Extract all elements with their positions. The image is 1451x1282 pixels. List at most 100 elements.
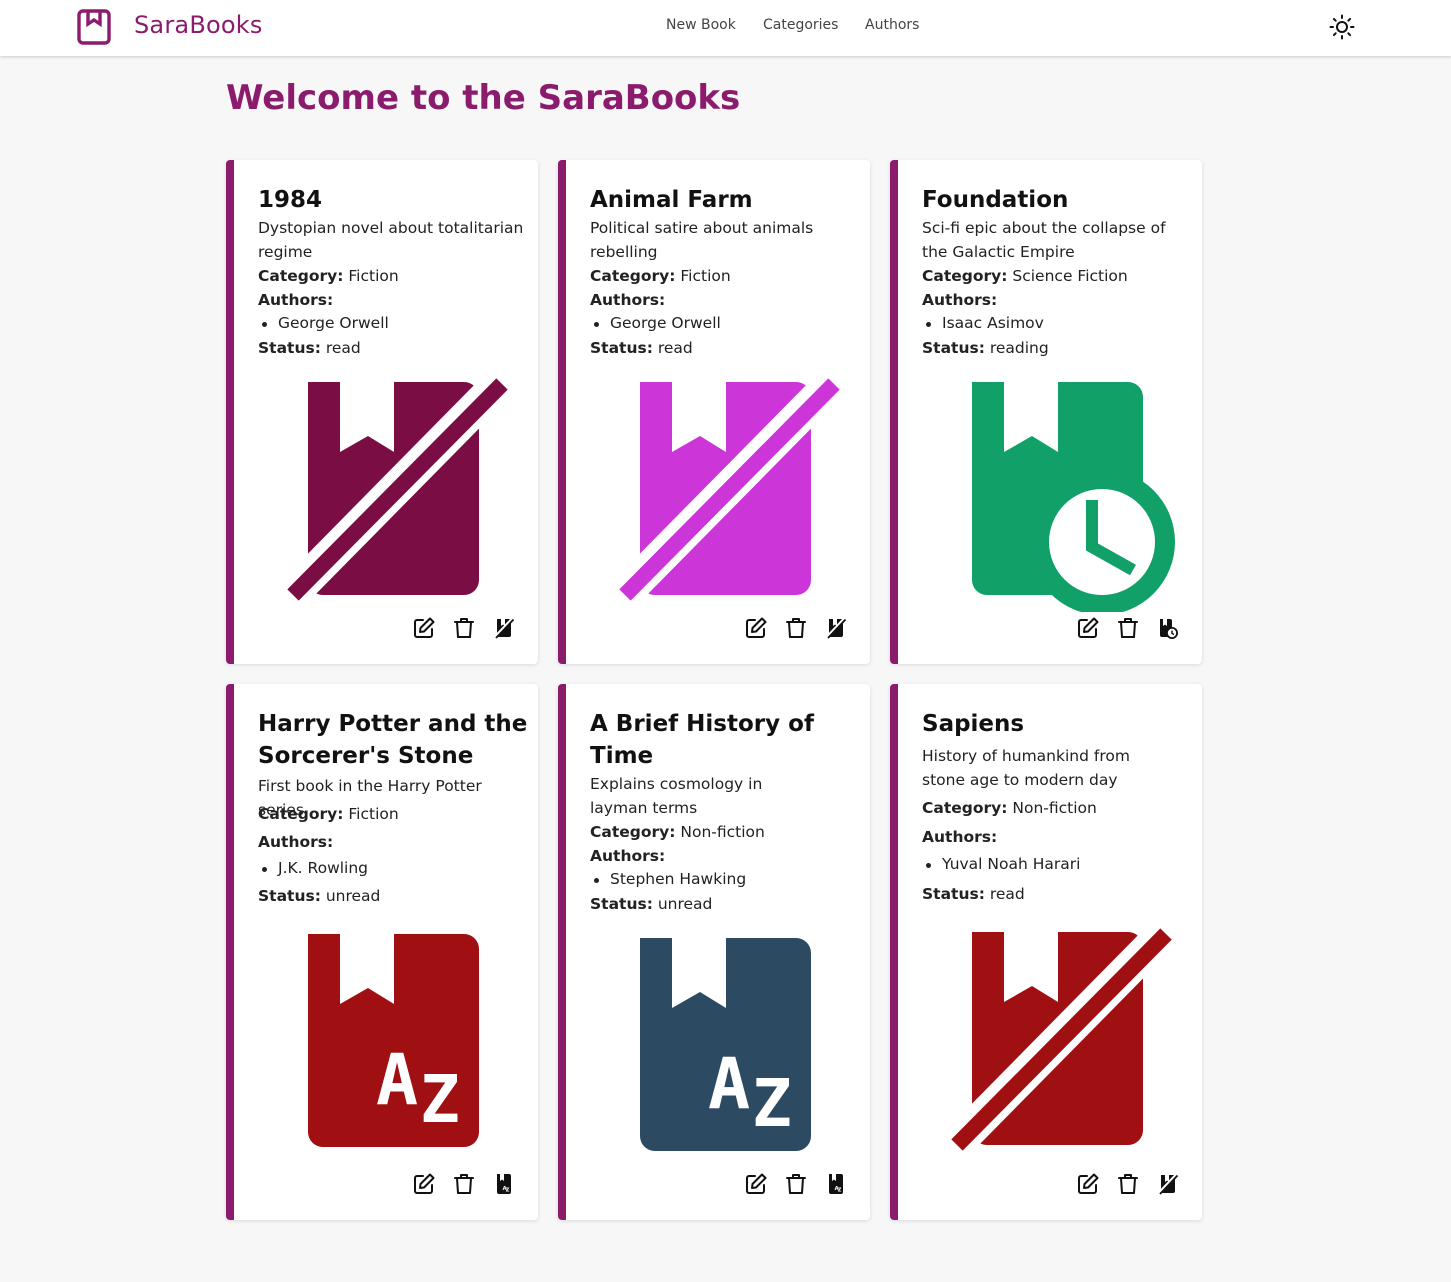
book-status: unread [657, 895, 713, 913]
book-status-row: Status: read [258, 336, 528, 360]
book-category-row: Category: Fiction [590, 264, 860, 288]
author-item: George Orwell [594, 314, 721, 332]
trash-icon[interactable] [784, 616, 808, 640]
mark-read-icon[interactable] [492, 616, 516, 640]
book-title: Sapiens [922, 711, 1025, 737]
trash-icon[interactable] [452, 1172, 476, 1196]
edit-icon[interactable] [744, 1172, 768, 1196]
book-category: Fiction [348, 267, 399, 285]
book-az-icon: A Z [308, 934, 479, 1147]
nav-new-book[interactable]: New Book [666, 17, 736, 33]
trash-icon[interactable] [784, 1172, 808, 1196]
svg-text:Z: Z [420, 1061, 460, 1138]
book-status-row: Status: reading [922, 336, 1192, 360]
book-category-row: Category: Science Fiction [922, 264, 1192, 288]
author-item: Stephen Hawking [593, 870, 747, 888]
book-category-row: Category: Non-fiction [590, 820, 860, 844]
book-status-row: Status: unread [258, 884, 528, 908]
svg-text:A: A [708, 1043, 750, 1125]
mark-read-icon[interactable] [824, 616, 848, 640]
mark-read-icon[interactable] [1156, 1172, 1180, 1196]
author-item: J.K. Rowling [261, 859, 369, 877]
author-item: George Orwell [262, 314, 389, 332]
book-title: Animal Farm [590, 187, 753, 213]
book-category: Science Fiction [1012, 267, 1128, 285]
status-label: Status: [590, 339, 653, 357]
book-read-slash-icon [281, 372, 516, 604]
book-logo-icon[interactable] [77, 9, 111, 45]
book-status: read [989, 885, 1025, 903]
book-title: 1984 [258, 187, 323, 213]
book-card: 1984 Dystopian novel about totalitarian … [226, 160, 538, 664]
book-card: Animal Farm Political satire about anima… [558, 160, 870, 664]
status-label: Status: [922, 339, 985, 357]
book-status: read [657, 339, 693, 357]
authors-label: Authors: [258, 833, 334, 851]
page-title: Welcome to the SaraBooks [226, 78, 741, 118]
mark-unread-icon[interactable] [492, 1172, 516, 1196]
authors-label: Authors: [590, 847, 666, 865]
category-label: Category: [258, 267, 344, 285]
book-read-slash-icon [613, 372, 848, 604]
book-description: Political satire about animals rebelling [590, 219, 814, 261]
sun-icon[interactable] [1329, 14, 1355, 40]
edit-icon[interactable] [744, 616, 768, 640]
book-category: Non-fiction [1012, 799, 1097, 817]
category-label: Category: [922, 267, 1008, 285]
status-label: Status: [590, 895, 653, 913]
mark-unread-icon[interactable] [824, 1172, 848, 1196]
book-category: Fiction [680, 267, 731, 285]
author-item: Isaac Asimov [926, 314, 1044, 332]
status-label: Status: [922, 885, 985, 903]
book-status-row: Status: read [590, 336, 860, 360]
edit-icon[interactable] [1076, 616, 1100, 640]
book-title: A Brief History of Time [590, 711, 814, 769]
book-status: read [325, 339, 361, 357]
category-label: Category: [258, 805, 344, 823]
svg-text:Z: Z [752, 1065, 792, 1142]
category-label: Category: [590, 267, 676, 285]
book-status-row: Status: unread [590, 892, 860, 916]
book-read-slash-icon [945, 922, 1180, 1154]
book-status-row: Status: read [922, 882, 1192, 906]
status-label: Status: [258, 339, 321, 357]
book-az-icon: A Z [640, 938, 811, 1151]
svg-text:A: A [376, 1039, 418, 1121]
authors-label: Authors: [922, 828, 998, 846]
book-description: History of humankind from stone age to m… [922, 747, 1130, 789]
brand-name[interactable]: SaraBooks [134, 11, 263, 39]
edit-icon[interactable] [412, 1172, 436, 1196]
edit-icon[interactable] [1076, 1172, 1100, 1196]
authors-label: Authors: [590, 291, 666, 309]
status-label: Status: [258, 887, 321, 905]
nav-authors[interactable]: Authors [865, 17, 919, 33]
trash-icon[interactable] [1116, 1172, 1140, 1196]
category-label: Category: [590, 823, 676, 841]
book-description: Dystopian novel about totalitarian regim… [258, 219, 524, 261]
author-item: Yuval Noah Harari [925, 855, 1081, 873]
trash-icon[interactable] [452, 616, 476, 640]
book-card: Harry Potter and the Sorcerer's Stone Fi… [226, 684, 538, 1220]
book-status: reading [989, 339, 1049, 357]
edit-icon[interactable] [412, 616, 436, 640]
book-category-row: Category: Non-fiction [922, 796, 1192, 820]
category-label: Category: [922, 799, 1008, 817]
book-category: Fiction [348, 805, 399, 823]
book-clock-icon [972, 382, 1175, 612]
book-card: Foundation Sci-fi epic about the collaps… [890, 160, 1202, 664]
book-description: Explains cosmology in layman terms [590, 775, 763, 817]
book-category-row: Category: Fiction [258, 264, 528, 288]
authors-label: Authors: [922, 291, 998, 309]
mark-reading-icon[interactable] [1156, 616, 1180, 640]
trash-icon[interactable] [1116, 616, 1140, 640]
book-description: Sci-fi epic about the collapse of the Ga… [922, 219, 1166, 261]
book-card: Sapiens History of humankind from stone … [890, 684, 1202, 1220]
book-category-row: Category: Fiction [258, 802, 528, 826]
book-category: Non-fiction [680, 823, 765, 841]
book-title: Foundation [922, 187, 1069, 213]
book-status: unread [325, 887, 381, 905]
authors-label: Authors: [258, 291, 334, 309]
book-title: Harry Potter and the Sorcerer's Stone [258, 711, 528, 769]
nav-categories[interactable]: Categories [763, 17, 838, 33]
book-card: A Brief History of Time Explains cosmolo… [558, 684, 870, 1220]
